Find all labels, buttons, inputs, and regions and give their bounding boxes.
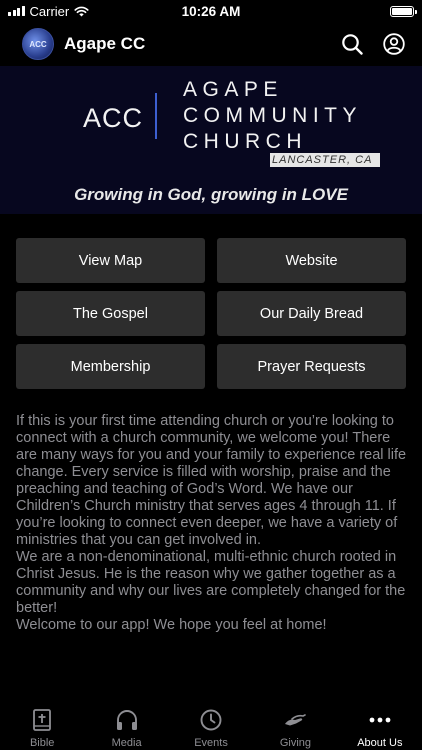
the-gospel-button[interactable]: The Gospel bbox=[16, 291, 205, 336]
profile-icon[interactable] bbox=[382, 32, 406, 56]
tab-bar: Bible Media Events Giving About Us bbox=[0, 702, 422, 750]
banner-divider bbox=[155, 93, 157, 139]
tab-label: About Us bbox=[357, 737, 403, 749]
clock-icon bbox=[199, 708, 223, 732]
headphones-icon bbox=[115, 708, 139, 732]
banner-slogan: Growing in God, growing in LOVE bbox=[74, 185, 348, 204]
action-buttons: View Map Website The Gospel Our Daily Br… bbox=[16, 238, 406, 389]
our-daily-bread-button[interactable]: Our Daily Bread bbox=[217, 291, 406, 336]
app-logo-avatar: ACC bbox=[22, 28, 54, 60]
avatar-text: ACC bbox=[29, 39, 47, 49]
banner-acc: ACC bbox=[83, 103, 144, 133]
banner-name-line: COMMUNITY bbox=[183, 104, 362, 127]
tab-events[interactable]: Events bbox=[169, 702, 253, 750]
website-button[interactable]: Website bbox=[217, 238, 406, 283]
view-map-button[interactable]: View Map bbox=[16, 238, 205, 283]
tab-label: Media bbox=[111, 737, 142, 749]
carrier-label: Carrier bbox=[29, 3, 70, 19]
banner-name-line: CHURCH bbox=[183, 130, 307, 153]
status-bar: Carrier 10:26 AM bbox=[0, 0, 422, 22]
welcome-paragraph: If this is your first time attending chu… bbox=[16, 413, 407, 548]
tab-label: Events bbox=[194, 737, 228, 749]
giving-hand-icon bbox=[283, 708, 307, 732]
tab-bible[interactable]: Bible bbox=[0, 702, 84, 750]
search-icon[interactable] bbox=[340, 32, 364, 56]
banner-location: LANCASTER, CA bbox=[270, 153, 380, 167]
tab-about-us[interactable]: About Us bbox=[338, 702, 422, 750]
welcome-paragraph: Welcome to our app! We hope you feel at … bbox=[16, 617, 327, 633]
welcome-text: If this is your first time attending chu… bbox=[16, 413, 408, 634]
signal-icon bbox=[8, 6, 25, 16]
welcome-paragraph: We are a non-denominational, multi-ethni… bbox=[16, 549, 406, 616]
tab-label: Giving bbox=[279, 737, 312, 749]
bible-icon bbox=[30, 708, 54, 732]
prayer-requests-button[interactable]: Prayer Requests bbox=[217, 344, 406, 389]
battery-icon bbox=[390, 5, 417, 17]
tab-label: Bible bbox=[29, 737, 55, 749]
wifi-icon bbox=[74, 6, 89, 16]
nav-bar: ACC Agape CC bbox=[0, 22, 422, 66]
church-banner: ACC AGAPE COMMUNITY CHURCH LANCASTER, CA… bbox=[0, 66, 422, 214]
tab-media[interactable]: Media bbox=[84, 702, 168, 750]
app-title: Agape CC bbox=[64, 34, 146, 53]
status-time: 10:26 AM bbox=[181, 3, 241, 19]
more-icon bbox=[368, 708, 392, 732]
banner-church-name: AGAPE COMMUNITY CHURCH bbox=[183, 77, 362, 155]
tab-giving[interactable]: Giving bbox=[253, 702, 337, 750]
banner-name-line: AGAPE bbox=[183, 78, 283, 101]
membership-button[interactable]: Membership bbox=[16, 344, 205, 389]
